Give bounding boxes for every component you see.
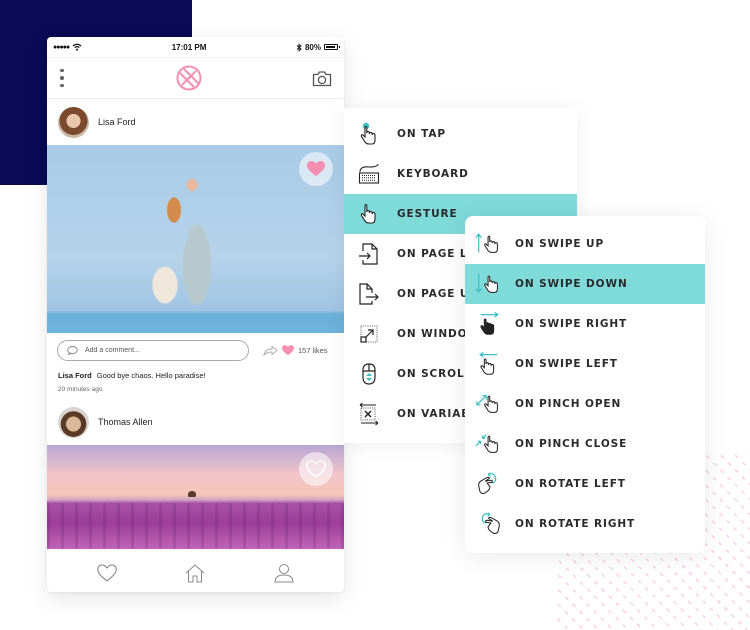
menu-item-keyboard[interactable]: KEYBOARD [344,154,577,194]
menu-item-label: ON SWIPE DOWN [515,278,628,290]
menu-item-label: ON SWIPE RIGHT [515,318,628,330]
author-name[interactable]: Thomas Allen [98,417,153,427]
post-author-row[interactable]: Lisa Ford [47,99,344,145]
menu-item-label: GESTURE [397,208,458,220]
status-bar: ●●●●● 17:01 PM 80% [47,37,344,57]
heart-filled-icon [307,161,325,176]
window-resize-icon [355,321,383,347]
comment-field[interactable] [57,340,249,361]
swipe-left-icon [475,351,503,377]
tap-icon [355,121,383,147]
comment-bubble-icon [67,346,78,355]
signal-icon: ●●●●● [53,43,70,51]
menu-item-on-pinch-open[interactable]: ON PINCH OPEN [465,384,705,424]
menu-item-on-swipe-down[interactable]: ON SWIPE DOWN [465,264,705,304]
like-button[interactable] [299,452,333,486]
swipe-up-icon [475,231,503,257]
home-icon[interactable] [185,563,205,583]
menu-item-label: ON ROTATE LEFT [515,478,626,490]
menu-item-on-tap[interactable]: ON TAP [344,114,577,154]
swipe-down-icon [475,271,503,297]
menu-item-on-swipe-right[interactable]: ON SWIPE RIGHT [465,304,705,344]
more-vertical-icon[interactable] [59,68,65,88]
heart-icon[interactable] [97,564,117,582]
caption-author[interactable]: Lisa Ford [58,371,92,380]
menu-item-on-swipe-up[interactable]: ON SWIPE UP [465,224,705,264]
rotate-right-icon [475,511,503,537]
menu-item-on-rotate-left[interactable]: ON ROTATE LEFT [465,464,705,504]
pinch-close-icon [475,431,503,457]
ball-logo-icon[interactable] [176,65,202,91]
menu-item-on-rotate-right[interactable]: ON ROTATE RIGHT [465,504,705,544]
comment-input[interactable] [85,347,235,354]
share-icon[interactable] [263,345,278,356]
like-button[interactable] [299,152,333,186]
menu-item-label: ON ROTATE RIGHT [515,518,636,530]
menu-item-label: KEYBOARD [397,168,469,180]
post-caption: Lisa Ford Good bye chaos. Hello paradise! [47,368,344,380]
menu-item-label: ON SWIPE LEFT [515,358,618,370]
swipe-right-icon [475,311,503,337]
bottom-tab-bar [47,554,344,592]
gesture-submenu: ON SWIPE UP ON SWIPE DOWN ON SWIPE RIGHT… [465,216,705,553]
phone-mockup: ●●●●● 17:01 PM 80% Lisa Ford Add a comme… [47,37,344,592]
battery-percent: 80% [304,42,321,52]
photo-field-rows [47,503,344,549]
app-header [47,57,344,99]
menu-item-label: ON PINCH OPEN [515,398,622,410]
post-author-row[interactable]: Thomas Allen [47,399,344,445]
photo-tree-detail [188,491,196,497]
heart-filled-icon[interactable] [282,345,294,356]
status-time: 17:01 PM [171,42,207,52]
avatar[interactable] [58,406,89,438]
menu-item-label: ON PINCH CLOSE [515,438,628,450]
post-photo[interactable] [47,145,344,333]
menu-item-label: ON SCROLL [397,368,473,380]
bluetooth-icon [296,42,302,52]
gesture-icon [355,201,383,227]
rotate-left-icon [475,471,503,497]
caption-text: Good bye chaos. Hello paradise! [96,371,206,380]
avatar[interactable] [58,106,89,138]
wifi-icon [72,43,82,51]
battery-icon [324,44,340,50]
menu-item-on-pinch-close[interactable]: ON PINCH CLOSE [465,424,705,464]
scroll-mouse-icon [355,361,383,387]
menu-item-label: ON SWIPE UP [515,238,605,250]
camera-icon[interactable] [312,70,332,87]
menu-item-label: ON TAP [397,128,446,140]
post-actions: 157 likes [47,333,344,368]
author-name[interactable]: Lisa Ford [98,117,136,127]
post-timestamp: 20 minutes ago [58,386,103,393]
menu-item-on-swipe-left[interactable]: ON SWIPE LEFT [465,344,705,384]
page-load-icon [355,241,383,267]
keyboard-icon [355,161,383,187]
pinch-open-icon [475,391,503,417]
post-photo[interactable] [47,445,344,549]
likes-count: 157 likes [298,346,328,355]
profile-icon[interactable] [274,563,294,583]
variable-icon [355,401,383,427]
heart-outline-icon [306,460,326,478]
page-unload-icon [355,281,383,307]
